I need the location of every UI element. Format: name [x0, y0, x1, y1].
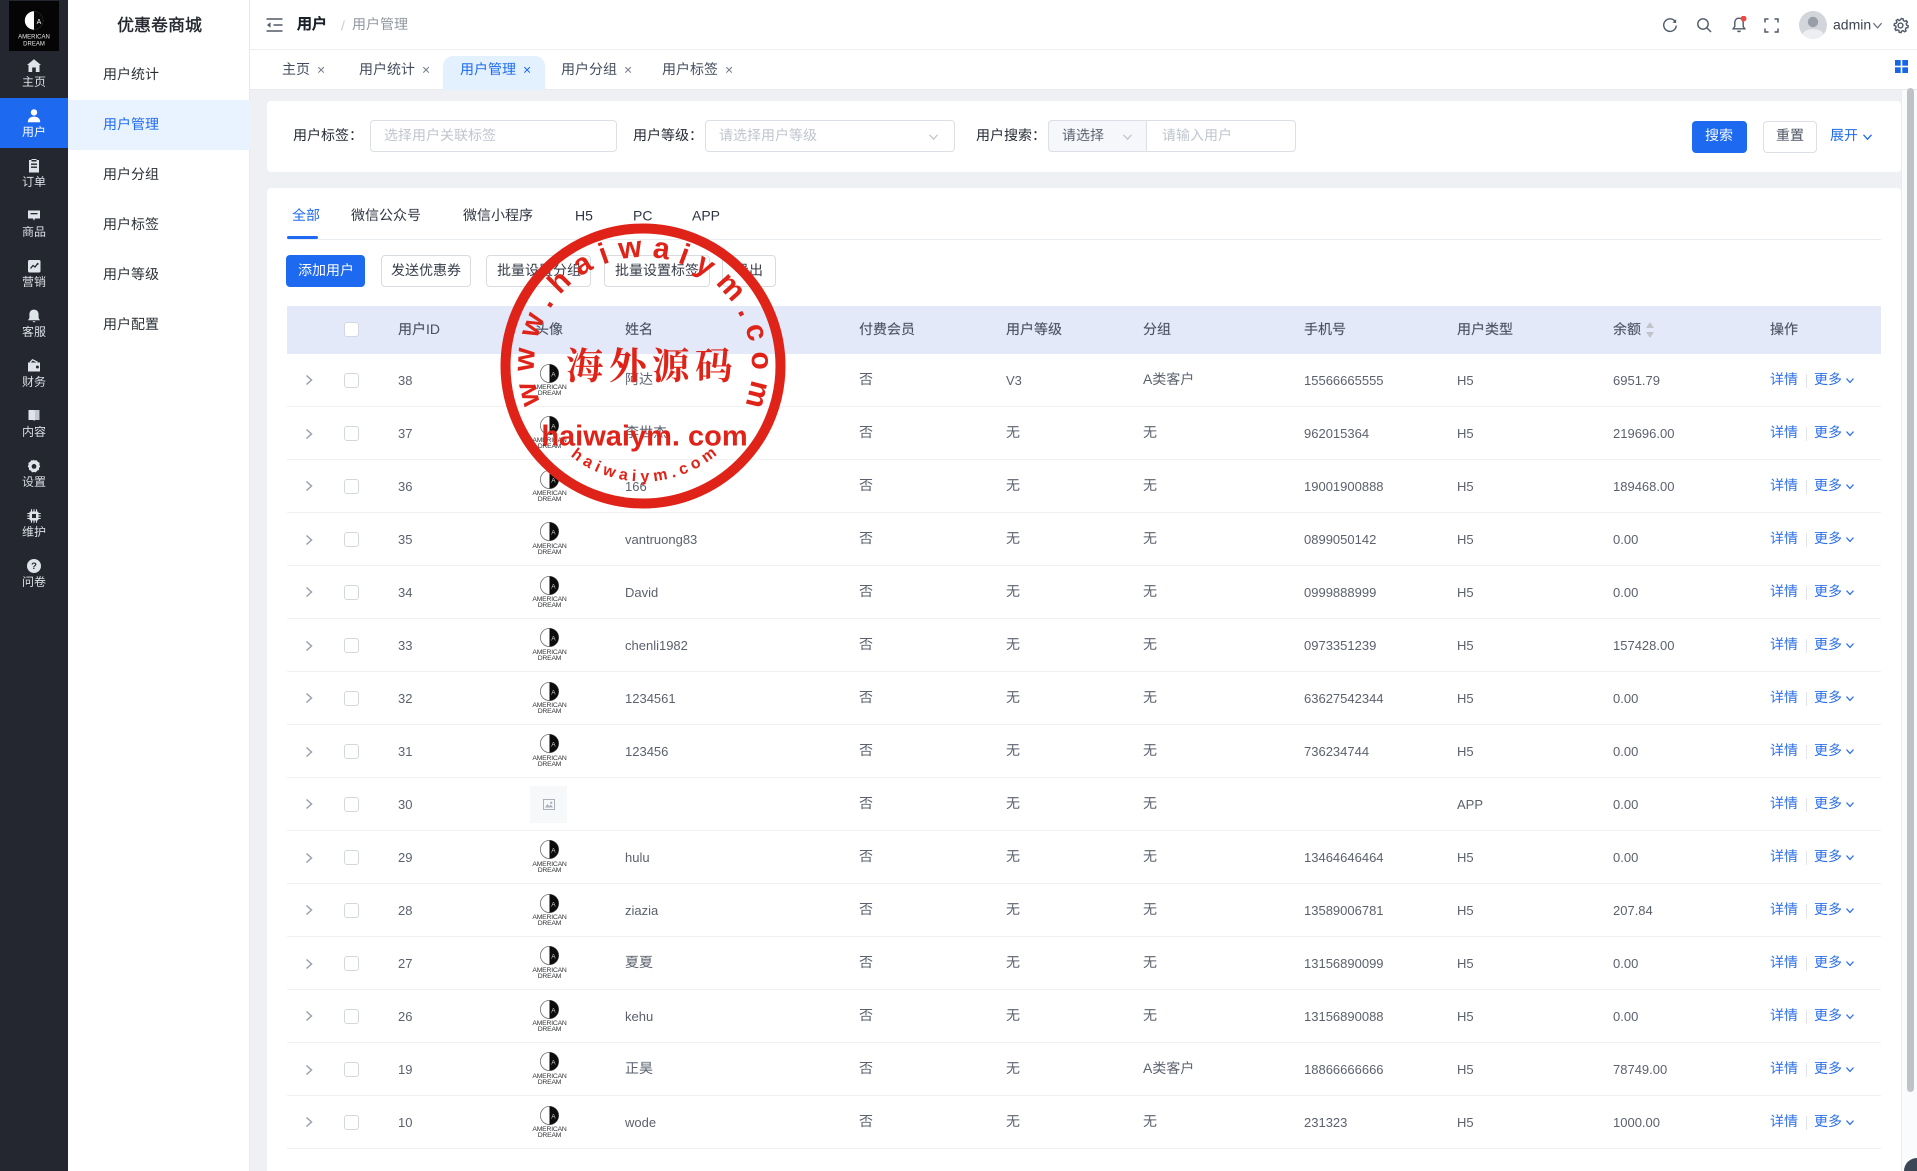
- svg-text:c: c: [738, 319, 774, 344]
- svg-text:ID: ID: [426, 321, 440, 337]
- svg-text:AMERICAN: AMERICAN: [18, 35, 50, 41]
- svg-text:y: y: [640, 468, 649, 485]
- svg-text:m: m: [652, 466, 669, 485]
- svg-text:haiwaiym. com: haiwaiym. com: [541, 421, 747, 453]
- svg-text:.: .: [731, 299, 764, 322]
- svg-text:w: w: [508, 346, 542, 373]
- svg-text:w: w: [616, 231, 644, 267]
- svg-text:A: A: [37, 19, 42, 26]
- svg-text:w: w: [509, 378, 547, 410]
- svg-text:a: a: [618, 466, 630, 484]
- svg-text:DREAM: DREAM: [23, 42, 45, 48]
- svg-text:a: a: [651, 231, 673, 266]
- svg-text:i: i: [631, 468, 637, 485]
- svg-text:A: A: [1143, 1060, 1153, 1076]
- svg-text:a: a: [567, 246, 598, 283]
- svg-text:m: m: [739, 378, 777, 412]
- svg-text:.: .: [669, 464, 678, 482]
- svg-text:?: ?: [31, 561, 37, 572]
- svg-text:w: w: [512, 308, 552, 343]
- svg-text:w: w: [600, 461, 619, 481]
- svg-text:A: A: [1143, 371, 1153, 387]
- svg-text:i: i: [594, 237, 613, 271]
- svg-text:o: o: [744, 351, 778, 371]
- svg-text:i: i: [675, 238, 694, 272]
- svg-text:y: y: [690, 247, 722, 284]
